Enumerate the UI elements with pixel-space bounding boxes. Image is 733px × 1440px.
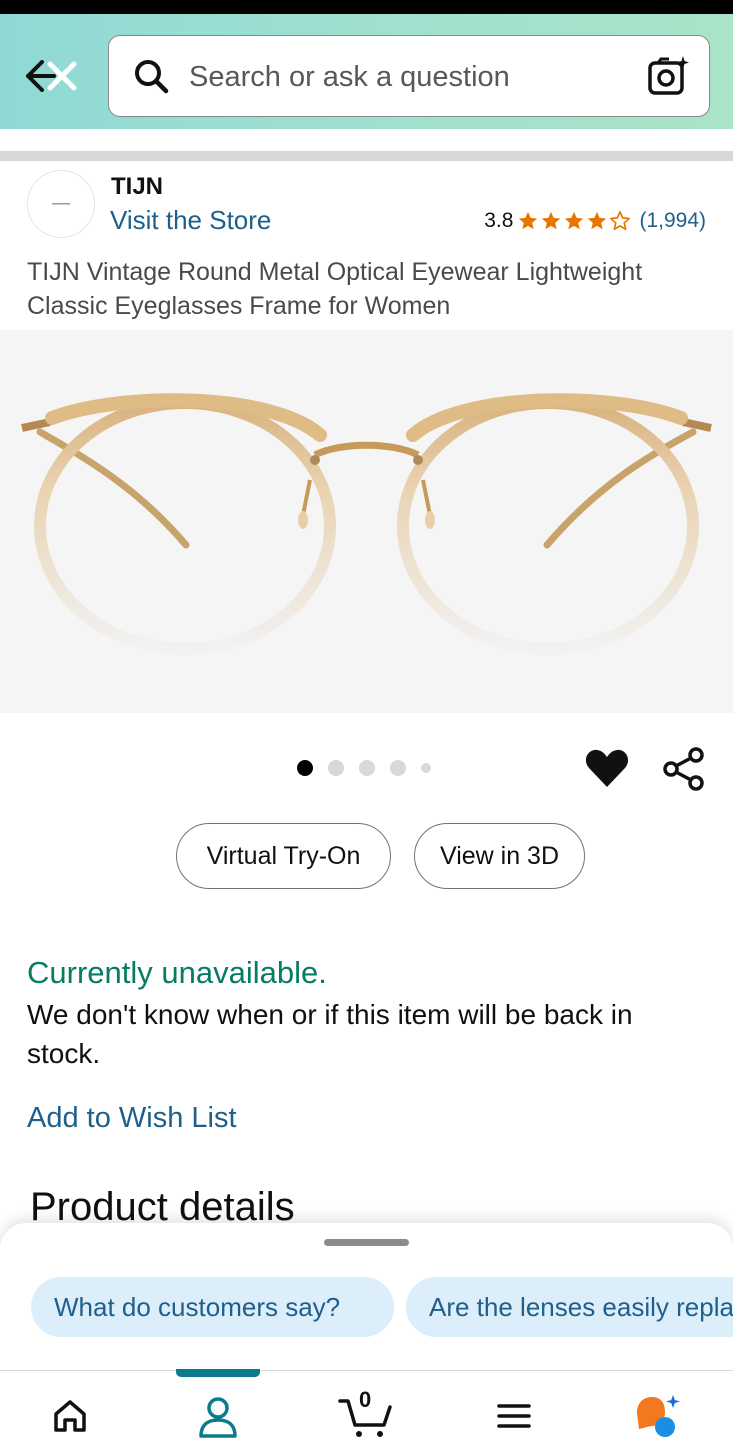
camera-scan-icon[interactable]: [645, 54, 691, 100]
rating-value: 3.8: [484, 209, 514, 232]
menu-icon: [497, 1404, 531, 1428]
pagination-dot[interactable]: [328, 760, 344, 776]
suggestion-chip[interactable]: What do customers say?: [31, 1277, 394, 1337]
share-icon: [663, 747, 704, 791]
add-to-wish-list-link[interactable]: Add to Wish List: [27, 1102, 237, 1135]
nav-cart[interactable]: 0: [338, 1387, 394, 1439]
active-tab-indicator: [176, 1369, 260, 1377]
back-close-icon: [26, 60, 77, 92]
search-input[interactable]: [189, 54, 629, 100]
pagination-dot[interactable]: [390, 760, 406, 776]
search-icon: [135, 60, 169, 94]
star-full-icon: [588, 211, 607, 230]
home-icon: [54, 1400, 86, 1432]
bottom-navigation: 0: [0, 1369, 733, 1440]
star-full-icon: [565, 211, 584, 230]
star-rating: [517, 210, 631, 232]
sheet-drag-handle[interactable]: [324, 1239, 409, 1246]
visit-store-link[interactable]: Visit the Store: [110, 205, 271, 236]
nav-you[interactable]: [194, 1393, 242, 1439]
rating-count: (1,994): [639, 209, 706, 232]
cart-count: 0: [359, 1387, 372, 1412]
rufus-assistant-icon: [637, 1395, 680, 1437]
view-in-3d-button[interactable]: View in 3D: [414, 823, 585, 889]
wishlist-heart-button[interactable]: [584, 746, 630, 792]
star-full-icon: [519, 211, 538, 230]
nav-menu[interactable]: [490, 1393, 538, 1439]
share-button[interactable]: [661, 746, 707, 792]
brand-logo-mark: [52, 203, 70, 205]
product-image[interactable]: [0, 330, 733, 713]
rating-summary[interactable]: 3.8 (1,994): [484, 209, 706, 233]
status-bar: [0, 0, 733, 14]
brand-name: TIJN: [111, 173, 164, 200]
pagination-dot[interactable]: [297, 760, 313, 776]
nav-rufus-assistant[interactable]: [633, 1393, 681, 1439]
suggestion-chip[interactable]: Are the lenses easily replaceable?: [406, 1277, 733, 1337]
header-bar: [0, 14, 733, 129]
image-pagination[interactable]: [297, 760, 431, 776]
availability-status: Currently unavailable.: [27, 955, 327, 990]
section-divider: [0, 151, 733, 161]
heart-icon: [585, 749, 629, 787]
suggestions-sheet: What do customers say? Are the lenses ea…: [0, 1223, 733, 1373]
virtual-try-on-button[interactable]: Virtual Try-On: [176, 823, 391, 889]
brand-logo[interactable]: [27, 170, 95, 238]
availability-description: We don't know when or if this item will …: [27, 999, 633, 1069]
star-full-icon: [542, 211, 561, 230]
eyeglasses-image: [21, 393, 712, 655]
pagination-dot[interactable]: [421, 763, 431, 773]
person-icon: [199, 1397, 237, 1438]
search-bar[interactable]: [108, 35, 710, 117]
pagination-dot[interactable]: [359, 760, 375, 776]
back-close-button[interactable]: [18, 56, 84, 96]
star-empty-icon: [610, 211, 631, 231]
nav-home[interactable]: [46, 1393, 94, 1439]
product-title: TIJN Vintage Round Metal Optical Eyewear…: [27, 258, 643, 320]
